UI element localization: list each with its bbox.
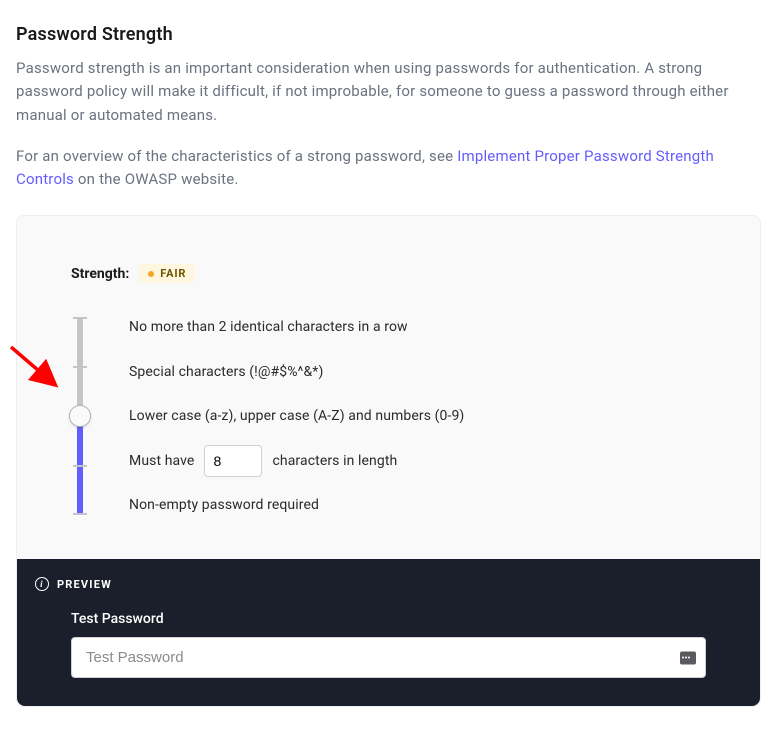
overview-suffix: on the OWASP website. <box>74 170 239 188</box>
min-length-prefix: Must have <box>129 453 194 469</box>
badge-dot-icon <box>148 271 154 277</box>
overview-prefix: For an overview of the characteristics o… <box>16 147 457 165</box>
password-strength-card: Strength: FAIR No more than 2 identical … <box>16 215 761 707</box>
description-text: Password strength is an important consid… <box>16 57 761 127</box>
level-special-chars: Special characters (!@#$%^&*) <box>129 362 464 382</box>
min-length-input[interactable] <box>204 445 262 477</box>
strength-badge-text: FAIR <box>160 267 186 280</box>
test-password-input[interactable] <box>71 637 706 678</box>
level-min-length: Must have characters in length <box>129 451 464 471</box>
reveal-password-icon[interactable] <box>680 651 696 664</box>
preview-panel: i PREVIEW Test Password <box>17 559 760 706</box>
min-length-suffix: characters in length <box>272 453 397 469</box>
preview-header-text: PREVIEW <box>57 578 112 591</box>
strength-label: Strength: <box>71 266 129 282</box>
strength-badge: FAIR <box>139 264 195 283</box>
overview-text: For an overview of the characteristics o… <box>16 145 761 192</box>
page-title: Password Strength <box>16 24 761 45</box>
slider-thumb[interactable] <box>69 405 91 427</box>
info-icon: i <box>35 577 49 591</box>
test-password-label: Test Password <box>71 611 706 627</box>
strength-slider[interactable] <box>71 317 89 515</box>
level-non-empty: Non-empty password required <box>129 495 464 515</box>
level-identical-chars: No more than 2 identical characters in a… <box>129 317 464 337</box>
level-case-numbers: Lower case (a-z), upper case (A-Z) and n… <box>129 406 464 426</box>
